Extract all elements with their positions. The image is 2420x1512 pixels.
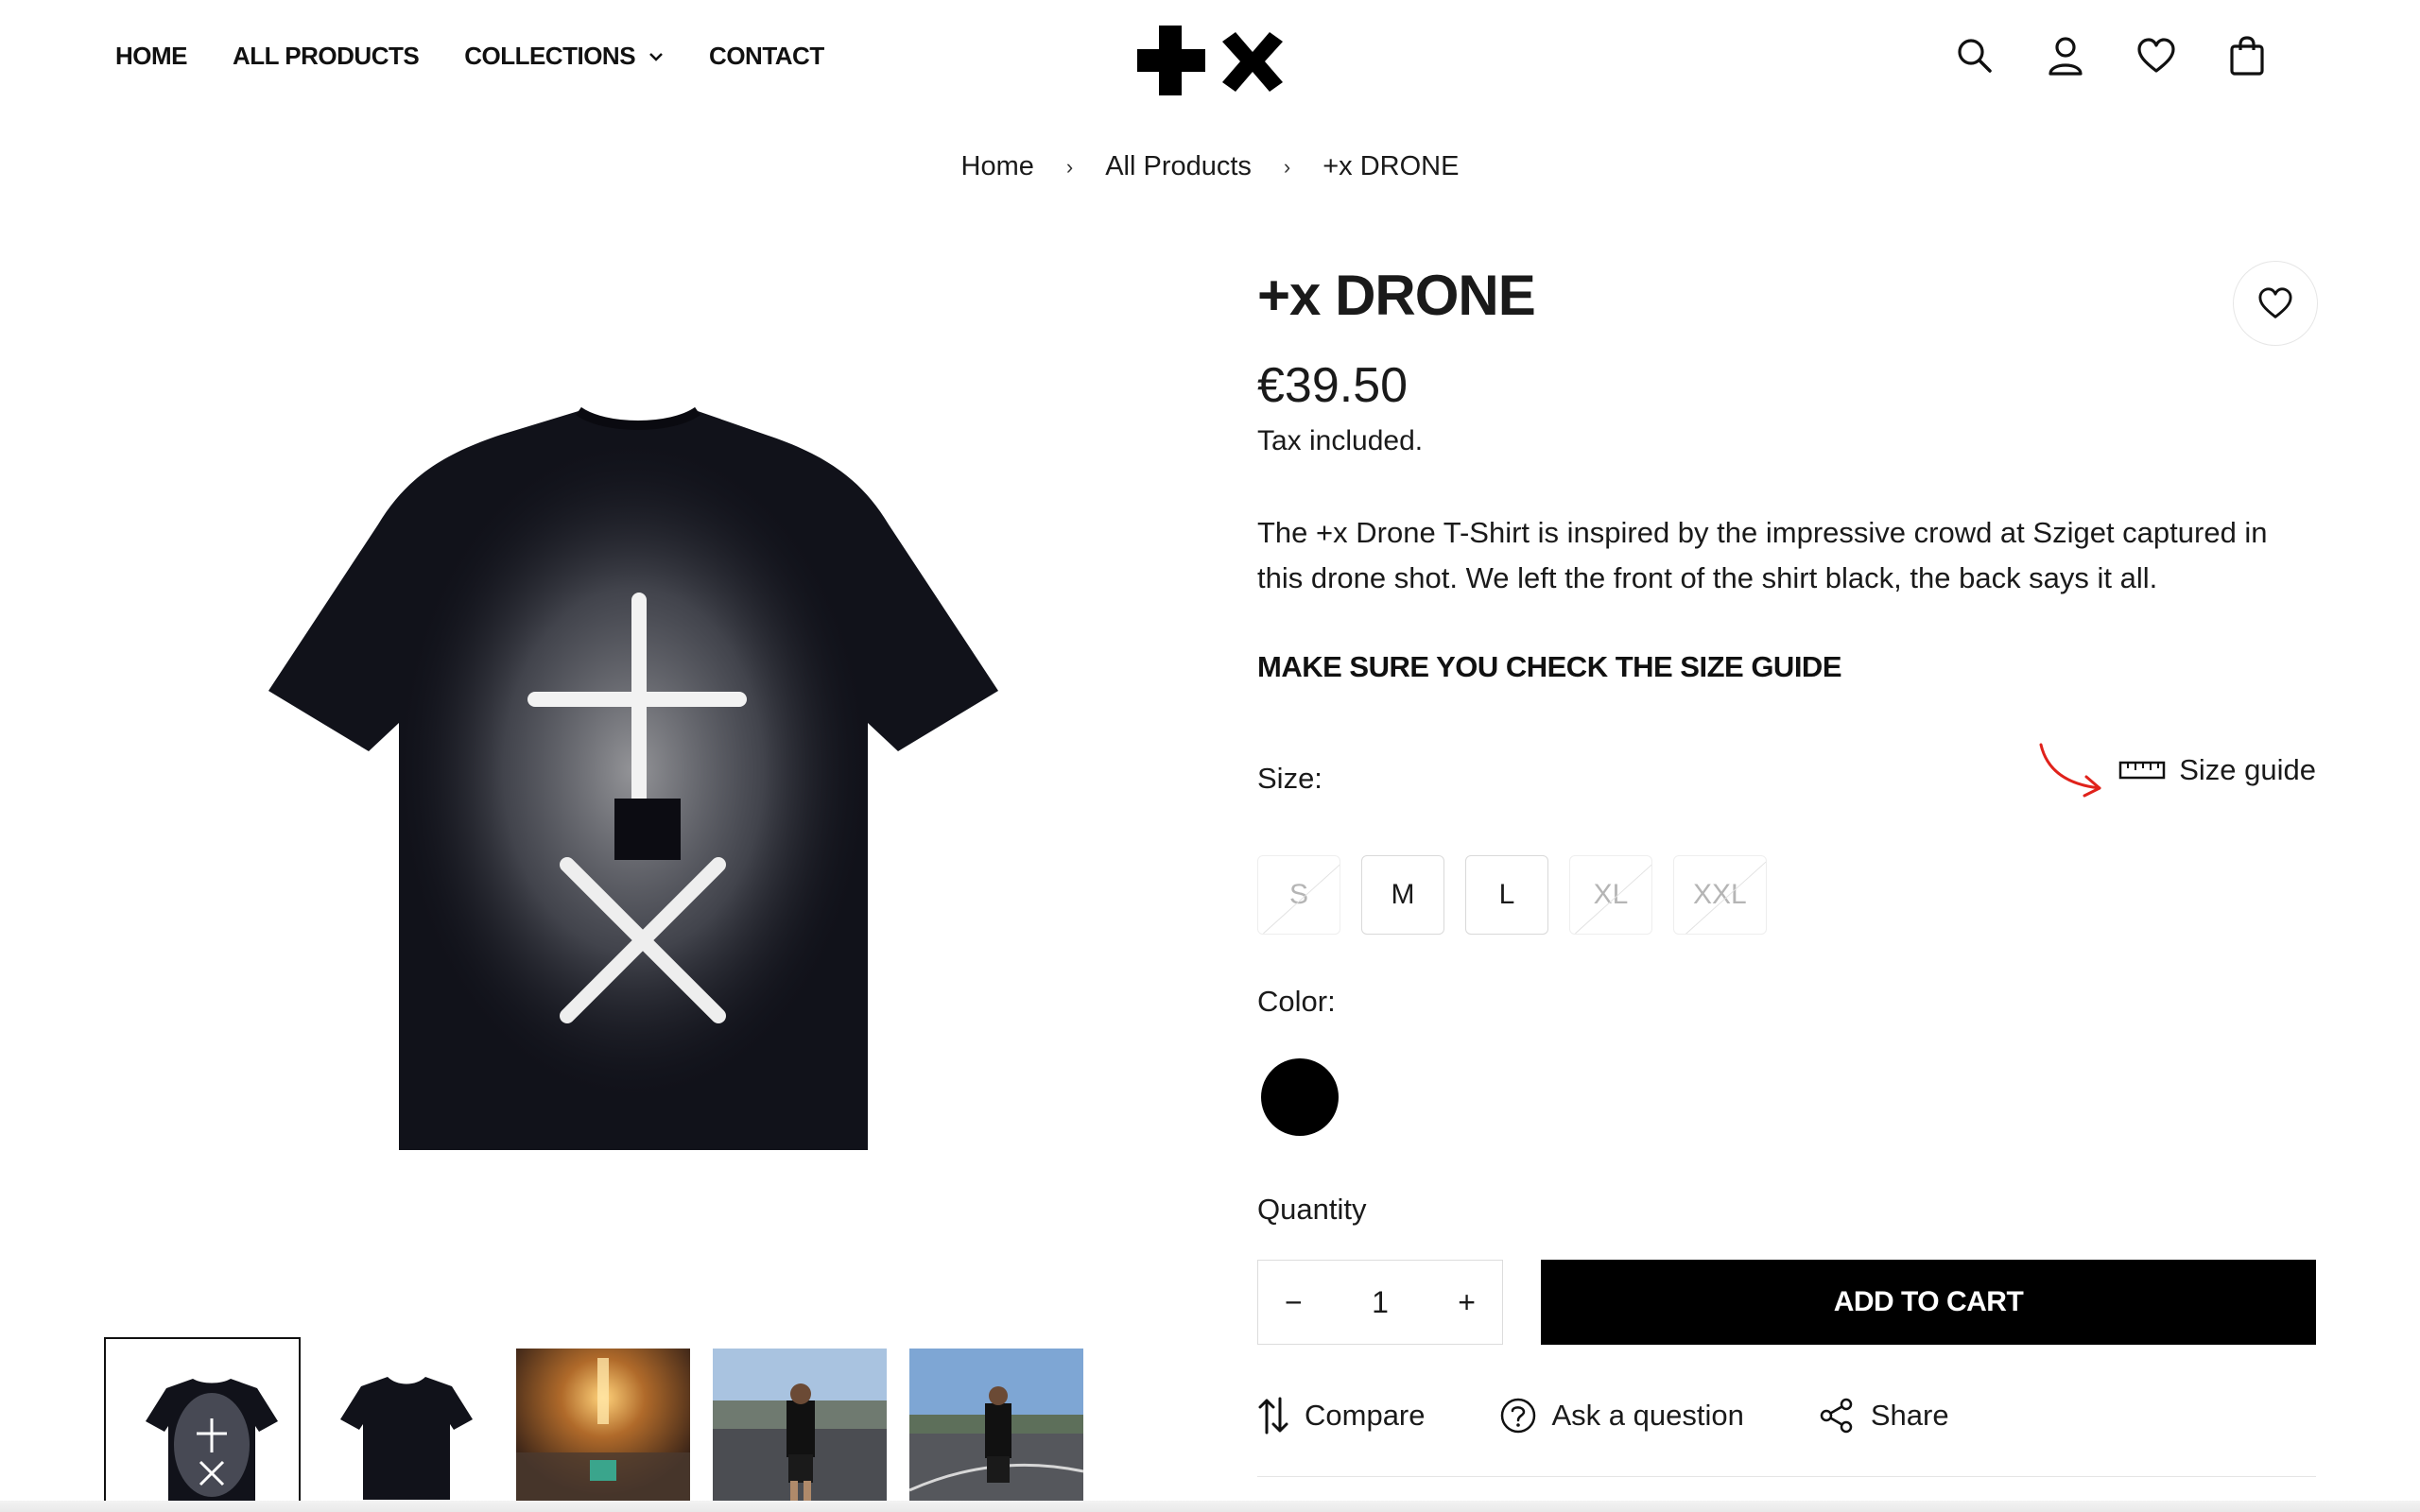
account-button[interactable] bbox=[2046, 36, 2085, 76]
size-option-xl[interactable]: XL bbox=[1569, 855, 1652, 935]
cart-button[interactable] bbox=[2227, 36, 2267, 76]
thumbnail-tshirt-back bbox=[125, 1350, 299, 1510]
compare-label: Compare bbox=[1305, 1399, 1426, 1432]
main-nav: HOME ALL PRODUCTS COLLECTIONS CONTACT bbox=[115, 42, 824, 71]
ruler-icon bbox=[2118, 761, 2166, 780]
breadcrumb-separator: › bbox=[1065, 154, 1074, 179]
share-label: Share bbox=[1870, 1399, 1949, 1432]
share-icon bbox=[1820, 1398, 1853, 1434]
nav-collections[interactable]: COLLECTIONS bbox=[464, 42, 664, 71]
breadcrumb-separator: › bbox=[1283, 154, 1291, 179]
shopping-bag-icon bbox=[2230, 36, 2264, 76]
ask-question-label: Ask a question bbox=[1551, 1399, 1744, 1432]
size-guide-notice: MAKE SURE YOU CHECK THE SIZE GUIDE bbox=[1257, 650, 1842, 683]
nav-home-label: HOME bbox=[115, 42, 188, 70]
product-actions: Compare Ask a question Share bbox=[1257, 1397, 1949, 1435]
compare-button[interactable]: Compare bbox=[1257, 1397, 1426, 1435]
ask-question-button[interactable]: Ask a question bbox=[1499, 1397, 1744, 1435]
tax-note: Tax included. bbox=[1257, 425, 1424, 456]
chevron-down-icon bbox=[649, 52, 663, 61]
size-guide-link[interactable]: Size guide bbox=[2037, 741, 2316, 799]
header-icons bbox=[1955, 36, 2267, 76]
breadcrumb-home[interactable]: Home bbox=[961, 151, 1034, 182]
nav-contact-label: CONTACT bbox=[709, 42, 824, 70]
tshirt-back-image bbox=[268, 406, 998, 1150]
quantity-stepper: − 1 + bbox=[1257, 1260, 1503, 1345]
main-product-image[interactable] bbox=[104, 241, 1163, 1186]
brand-logo[interactable] bbox=[1137, 26, 1285, 95]
thumbnail-person-airfield bbox=[909, 1349, 1083, 1512]
product-price: €39.50 bbox=[1257, 358, 1409, 413]
nav-all-products-label: ALL PRODUCTS bbox=[233, 42, 420, 70]
breadcrumb-all-products[interactable]: All Products bbox=[1105, 151, 1252, 182]
thumbnail-tshirt-front bbox=[320, 1349, 493, 1512]
quantity-label: Quantity bbox=[1257, 1193, 1367, 1226]
quantity-decrease-button[interactable]: − bbox=[1285, 1285, 1303, 1320]
share-button[interactable]: Share bbox=[1818, 1397, 1949, 1435]
thumbnail-4[interactable] bbox=[694, 1337, 890, 1512]
search-icon bbox=[1958, 39, 1992, 73]
size-option-xxl[interactable]: XXL bbox=[1673, 855, 1767, 935]
page-bottom-edge bbox=[0, 1501, 2420, 1512]
color-label: Color: bbox=[1257, 985, 1336, 1018]
product-title: +x DRONE bbox=[1257, 264, 1536, 327]
thumbnail-1[interactable] bbox=[104, 1337, 301, 1512]
size-option-l[interactable]: L bbox=[1465, 855, 1548, 935]
thumbnail-3[interactable] bbox=[497, 1337, 694, 1512]
quantity-increase-button[interactable]: + bbox=[1458, 1285, 1476, 1320]
user-icon bbox=[2048, 37, 2083, 76]
heart-icon bbox=[2258, 287, 2292, 318]
nav-home[interactable]: HOME bbox=[115, 42, 188, 71]
nav-all-products[interactable]: ALL PRODUCTS bbox=[233, 42, 420, 71]
size-option-m[interactable]: M bbox=[1361, 855, 1444, 935]
curved-arrow-icon bbox=[2039, 743, 2101, 798]
color-swatch-black[interactable] bbox=[1261, 1058, 1339, 1136]
thumbnail-person-runway bbox=[713, 1349, 887, 1512]
breadcrumb-current: +x DRONE bbox=[1322, 151, 1460, 181]
add-to-cart-button[interactable]: ADD TO CART bbox=[1541, 1260, 2316, 1345]
quantity-value[interactable]: 1 bbox=[1372, 1285, 1389, 1320]
product-description: The +x Drone T-Shirt is inspired by the … bbox=[1257, 516, 2268, 594]
divider bbox=[1257, 1476, 2316, 1477]
thumbnail-strip bbox=[104, 1337, 1087, 1512]
nav-collections-label: COLLECTIONS bbox=[464, 42, 636, 70]
thumbnail-crowd-photo bbox=[516, 1349, 690, 1512]
question-circle-icon bbox=[1500, 1398, 1535, 1434]
compare-icon bbox=[1258, 1397, 1288, 1435]
thumbnail-2[interactable] bbox=[301, 1337, 497, 1512]
nav-contact[interactable]: CONTACT bbox=[709, 42, 824, 71]
size-options: S M L XL XXL bbox=[1257, 855, 1767, 935]
thumbnail-5[interactable] bbox=[890, 1337, 1087, 1512]
site-header: HOME ALL PRODUCTS COLLECTIONS CONTACT bbox=[0, 0, 2420, 118]
wishlist-button[interactable] bbox=[2136, 36, 2176, 76]
size-guide-label: Size guide bbox=[2179, 753, 2316, 786]
size-option-s[interactable]: S bbox=[1257, 855, 1340, 935]
add-to-wishlist-button[interactable] bbox=[2233, 261, 2318, 346]
search-button[interactable] bbox=[1955, 36, 1995, 76]
breadcrumb: Home › All Products › +x DRONE bbox=[0, 151, 2420, 182]
size-label: Size: bbox=[1257, 762, 1322, 795]
heart-icon bbox=[2137, 38, 2175, 73]
